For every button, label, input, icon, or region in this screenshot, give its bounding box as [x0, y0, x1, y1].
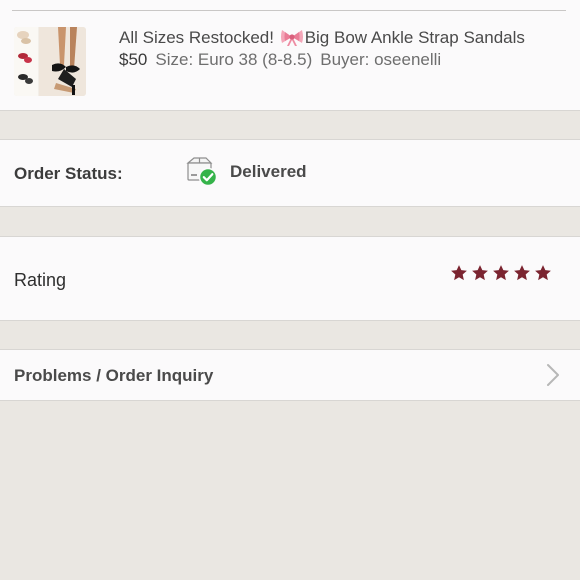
rating-stars	[450, 264, 552, 282]
item-meta: $50 Size: Euro 38 (8-8.5) Buyer: oseenelli	[119, 50, 441, 70]
star-icon	[535, 265, 551, 281]
star-icon	[451, 265, 467, 281]
product-thumbnail[interactable]	[14, 27, 86, 96]
delivered-box-check-icon	[185, 157, 219, 187]
order-item-card[interactable]: All Sizes Restocked! Big Bow Ankle Strap…	[0, 0, 580, 111]
star-icon	[472, 265, 488, 281]
chevron-right-icon[interactable]	[546, 363, 560, 387]
rating-label: Rating	[14, 270, 67, 290]
star-icon	[514, 265, 530, 281]
item-size: Size: Euro 38 (8-8.5)	[155, 50, 313, 69]
rating-card: Rating	[0, 236, 580, 321]
order-status-card: Order Status: Delivered	[0, 139, 580, 207]
item-price: $50	[119, 50, 148, 69]
item-title-suffix: Big Bow Ankle Strap Sandals	[304, 28, 525, 47]
star-icon	[493, 265, 509, 281]
divider	[12, 10, 566, 11]
order-status-value: Delivered	[230, 162, 307, 181]
bow-emoji-icon	[280, 28, 304, 51]
item-title-prefix: All Sizes Restocked!	[119, 28, 274, 47]
order-inquiry-label: Problems / Order Inquiry	[14, 366, 214, 385]
item-title[interactable]: All Sizes Restocked! Big Bow Ankle Strap…	[119, 28, 525, 51]
order-status-label: Order Status:	[14, 164, 123, 183]
order-inquiry-row[interactable]: Problems / Order Inquiry	[0, 349, 580, 401]
item-buyer: Buyer: oseenelli	[320, 50, 442, 69]
